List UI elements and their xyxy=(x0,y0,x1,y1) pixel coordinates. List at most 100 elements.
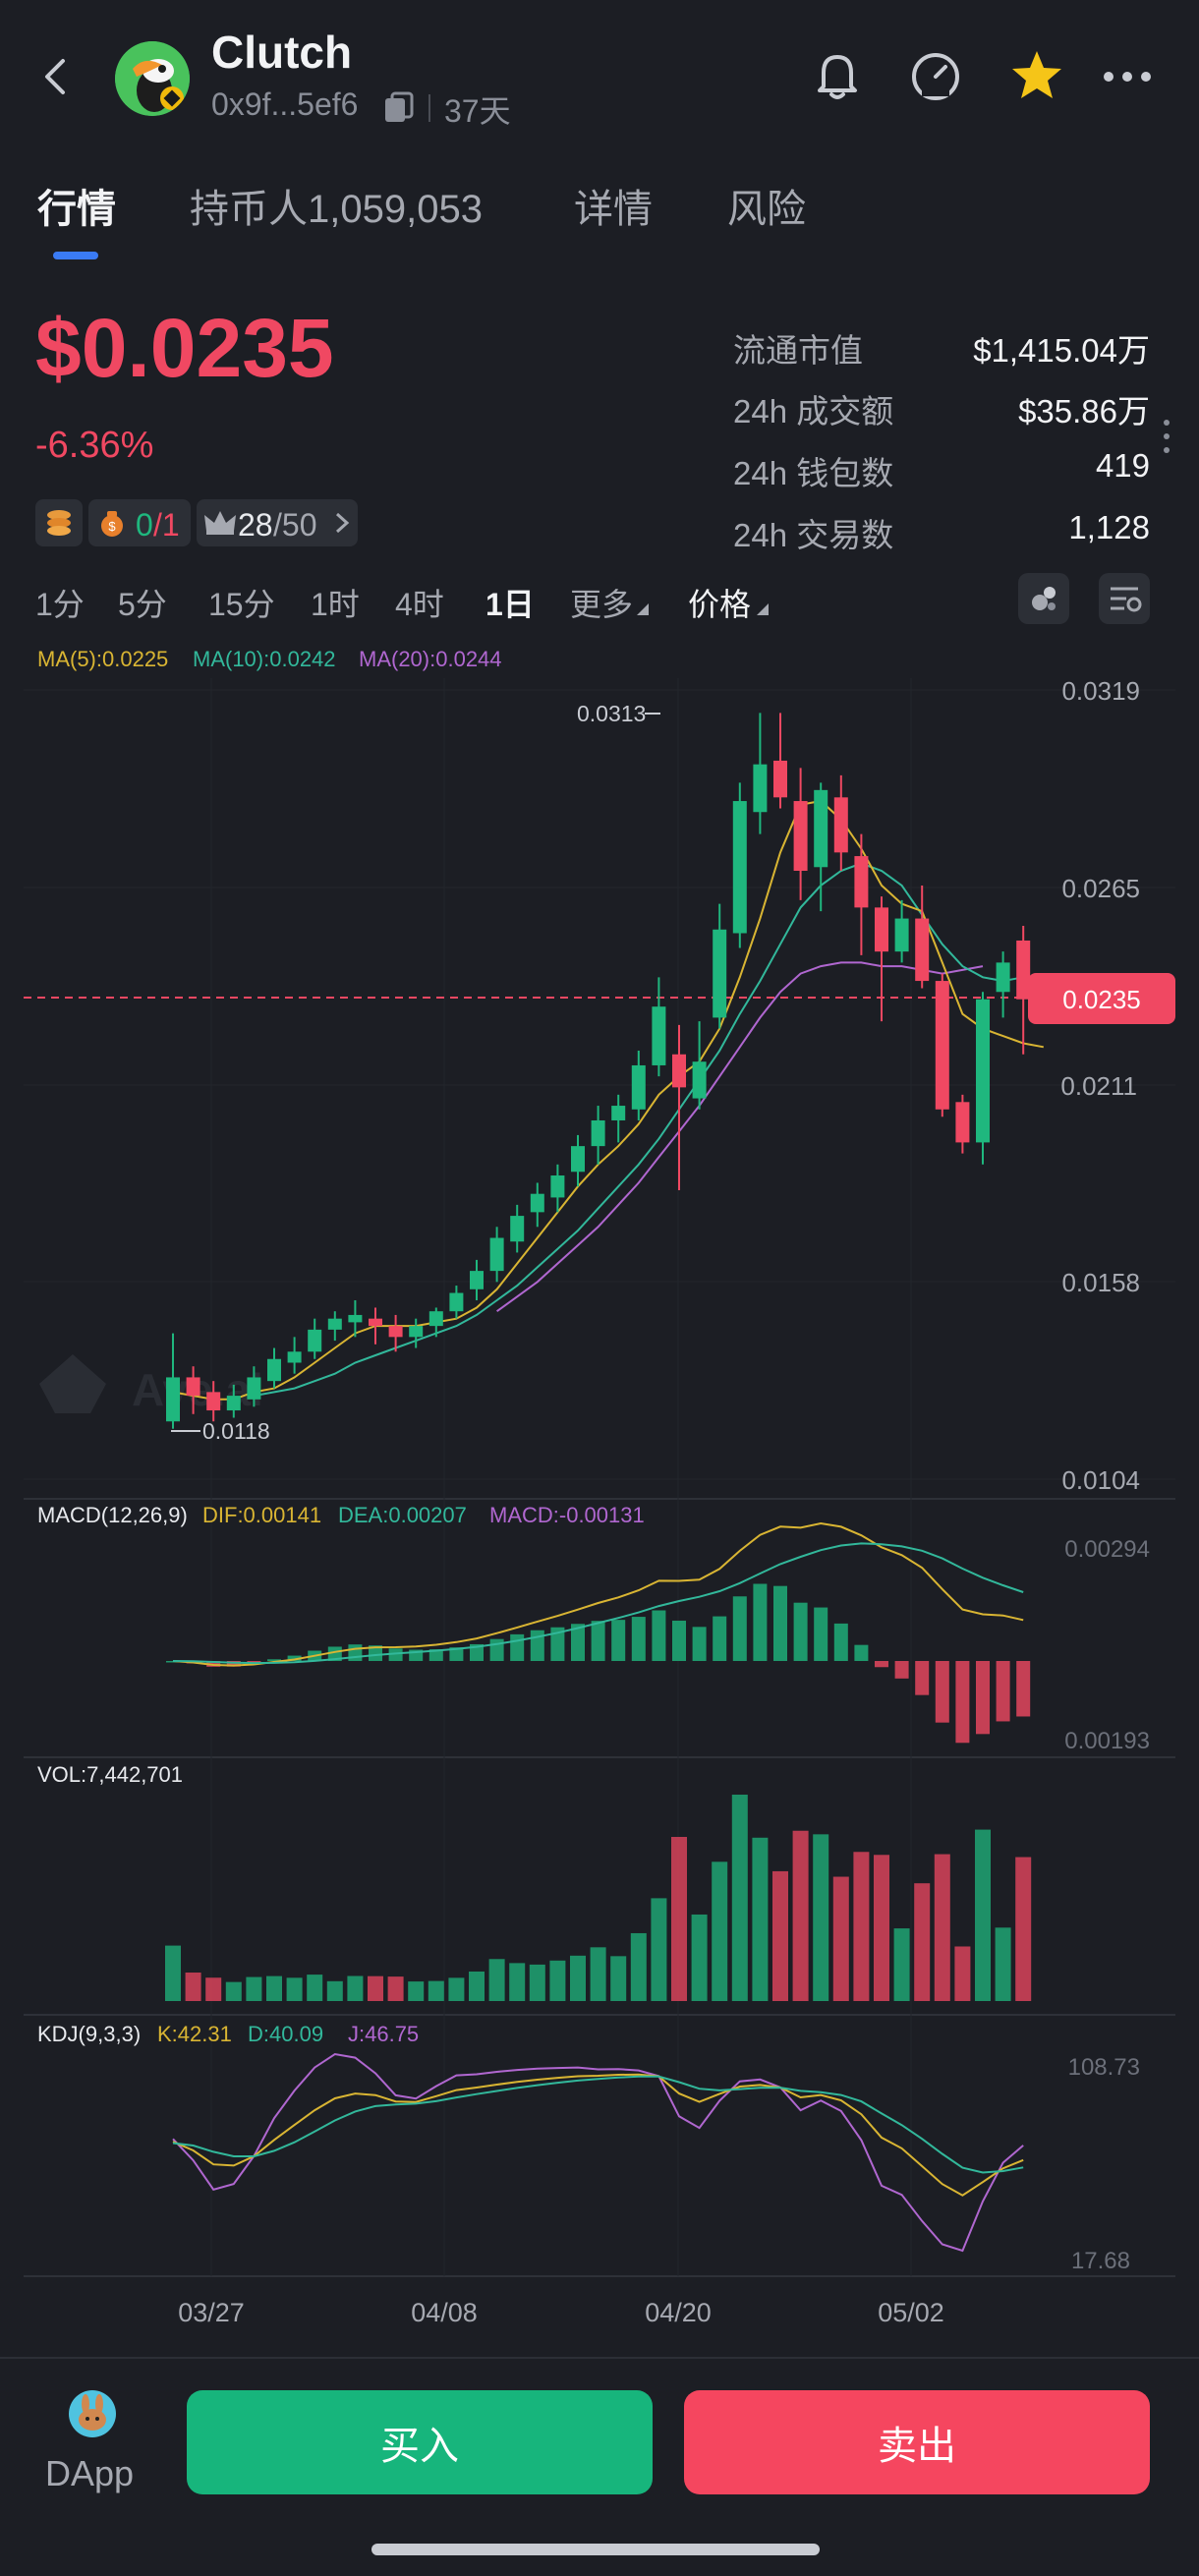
current-price-tag: 0.0235 xyxy=(1062,985,1141,1014)
candle-body xyxy=(510,1216,525,1242)
dropdown-triangle-icon xyxy=(757,603,769,615)
volume-bar xyxy=(893,1928,910,2001)
macd-bar xyxy=(814,1607,828,1661)
candle-body xyxy=(388,1326,403,1338)
candle-body xyxy=(571,1146,585,1173)
price-mode-dropdown[interactable]: 价格 xyxy=(688,580,776,622)
volume-bars xyxy=(165,1795,1032,2001)
timeframe-1m[interactable]: 1分 xyxy=(35,580,85,625)
macd-bar xyxy=(591,1621,605,1661)
macd-bar xyxy=(1016,1661,1031,1717)
token-avatar xyxy=(115,41,190,116)
candle-body xyxy=(854,856,869,908)
back-button[interactable] xyxy=(35,49,75,104)
indicator-toggle-button[interactable] xyxy=(1018,573,1069,624)
rank-value: 28 xyxy=(238,507,273,543)
more-options-icon[interactable] xyxy=(1101,63,1154,92)
volume-bar xyxy=(630,1932,647,2001)
volume-bar xyxy=(731,1795,748,2001)
tab-market[interactable]: 行情 xyxy=(37,177,116,234)
token-title: Clutch xyxy=(211,27,353,78)
tab-details[interactable]: 详情 xyxy=(574,177,653,234)
volume-bar xyxy=(1015,1857,1032,2001)
bunny-icon xyxy=(69,2390,116,2437)
price-tick: 0.0265 xyxy=(1061,874,1140,903)
macd-bar xyxy=(894,1661,909,1679)
macd-bar xyxy=(652,1610,666,1661)
buy-button[interactable]: 买入 xyxy=(187,2390,653,2494)
macd-dea: DEA:0.00207 xyxy=(338,1503,467,1527)
stat-value-trades: 1,128 xyxy=(1068,509,1150,545)
stat-value-marketcap: $1,415.04万 xyxy=(973,332,1150,369)
badge-coins xyxy=(35,499,83,546)
kdj-d: D:40.09 xyxy=(248,2022,323,2046)
candle-body xyxy=(287,1351,302,1363)
volume-legend: VOL:7,442,701 xyxy=(37,1762,183,1787)
candle-body xyxy=(833,797,848,853)
macd-bar xyxy=(955,1661,970,1744)
volume-bar xyxy=(914,1883,931,2001)
volume-bar xyxy=(691,1914,708,2001)
volume-bar xyxy=(529,1964,545,2001)
bell-icon[interactable] xyxy=(808,45,867,104)
chevron-left-icon xyxy=(45,59,65,94)
volume-bar xyxy=(610,1956,627,2001)
macd-bar xyxy=(713,1616,727,1661)
macd-bar xyxy=(875,1661,888,1668)
stat-label-wallets: 24h 钱包数 xyxy=(733,455,894,491)
macd-bar xyxy=(915,1661,930,1695)
candles xyxy=(166,713,1031,1429)
timeframe-15m[interactable]: 15分 xyxy=(208,580,275,625)
price-tick: 0.0104 xyxy=(1061,1465,1140,1495)
tab-active-indicator xyxy=(53,252,98,259)
volume-bar xyxy=(975,1829,991,2001)
macd-params: MACD(12,26,9) xyxy=(37,1503,188,1527)
candle-body xyxy=(611,1106,626,1120)
candle-body xyxy=(672,1054,686,1088)
dapp-button[interactable]: DApp xyxy=(39,2386,147,2504)
star-favorite-icon[interactable] xyxy=(1006,45,1067,106)
price-tick: 0.0211 xyxy=(1060,1071,1137,1101)
macd-bar xyxy=(996,1661,1010,1722)
candle-body xyxy=(915,918,930,982)
ma20-legend: MA(20):0.0244 xyxy=(359,647,502,671)
timeframe-1d[interactable]: 1日 xyxy=(485,580,535,625)
candle-body xyxy=(428,1311,443,1327)
candle-body xyxy=(793,801,808,872)
buy-button-label: 买入 xyxy=(380,2425,459,2468)
kdj-j: J:46.75 xyxy=(348,2022,419,2046)
stat-value-wallets: 419 xyxy=(1095,447,1150,484)
timeframe-more-dropdown[interactable]: 更多 xyxy=(570,580,658,622)
vertical-dots-icon[interactable] xyxy=(1160,417,1173,458)
chart-settings-button[interactable] xyxy=(1099,573,1150,624)
timeframe-1h[interactable]: 1时 xyxy=(311,580,360,625)
x-tick: 05/02 xyxy=(878,2298,944,2327)
timeframe-4h[interactable]: 4时 xyxy=(395,580,444,625)
stat-label-marketcap: 流通市值 xyxy=(733,332,863,369)
macd-bar xyxy=(631,1617,646,1661)
current-price: $0.0235 xyxy=(35,302,334,394)
macd-hist: MACD:-0.00131 xyxy=(489,1503,645,1527)
svg-text:$: $ xyxy=(108,519,116,534)
chevron-right-icon xyxy=(335,512,350,534)
copy-icon[interactable] xyxy=(381,90,417,126)
timeframe-5m[interactable]: 5分 xyxy=(118,580,167,625)
ma5-line xyxy=(172,799,1044,1401)
volume-bar xyxy=(368,1975,383,2001)
tab-risk[interactable]: 风险 xyxy=(727,177,806,234)
volume-bar xyxy=(469,1971,485,2001)
sell-button[interactable]: 卖出 xyxy=(684,2390,1150,2494)
macd-bar xyxy=(854,1644,869,1661)
token-age: 37天 xyxy=(444,93,511,129)
volume-bar xyxy=(408,1981,425,2001)
macd-bar xyxy=(530,1630,544,1661)
settings-sliders-icon xyxy=(1111,587,1142,612)
tab-holders[interactable]: 持币人1,059,053 xyxy=(190,177,483,234)
price-chart[interactable]: Ave.ai MA(5):0.0225 MA(10):0.0242 MA(20)… xyxy=(0,639,1199,2329)
gauge-icon[interactable] xyxy=(906,45,965,104)
badge-top-rank[interactable]: 28 /50 xyxy=(197,499,358,546)
coins-icon xyxy=(47,510,71,536)
volume-bar xyxy=(286,1977,303,2001)
volume-bar xyxy=(509,1963,526,2001)
kdj-k-line xyxy=(172,2073,1024,2197)
